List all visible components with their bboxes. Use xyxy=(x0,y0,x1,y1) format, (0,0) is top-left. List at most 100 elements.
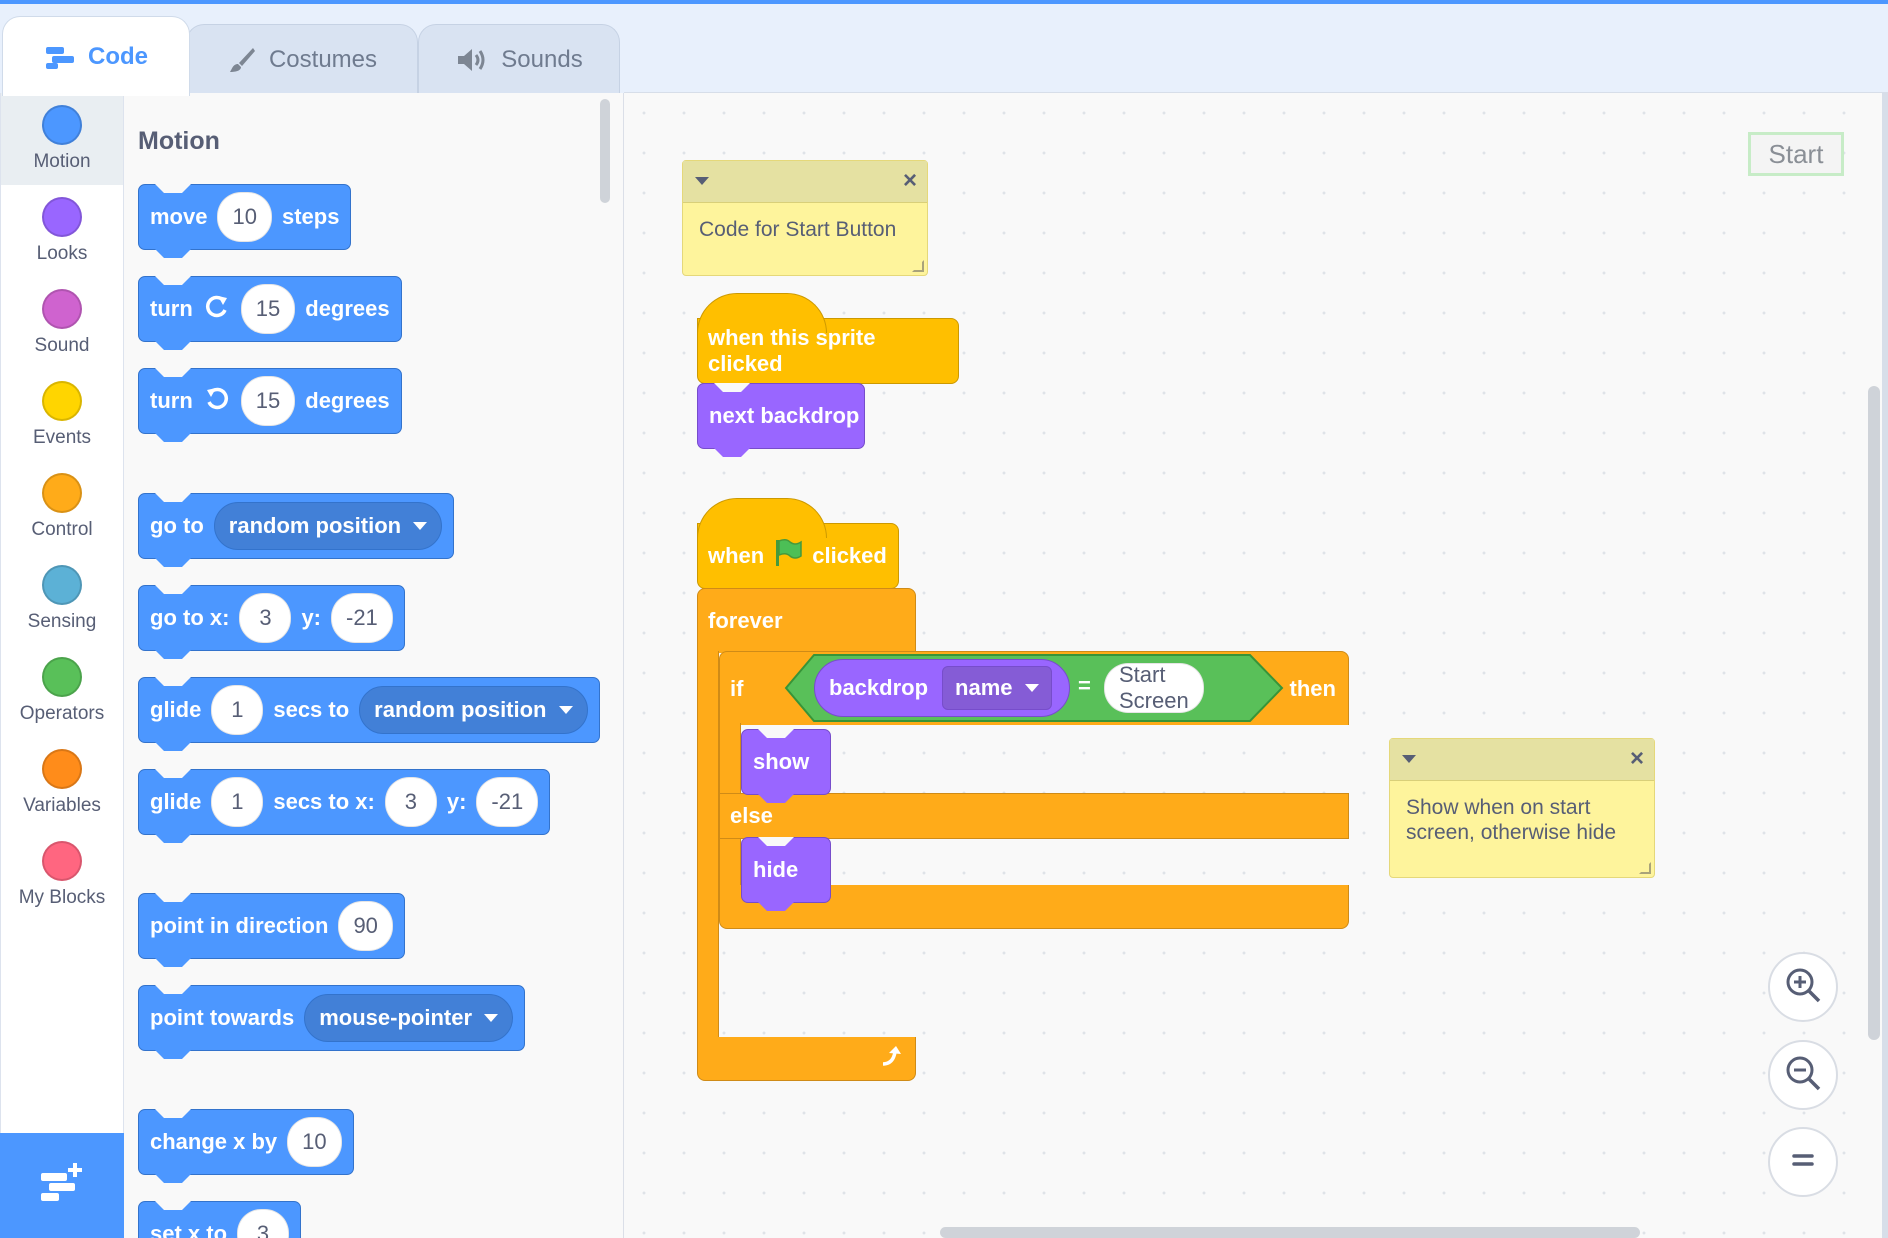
comment-note-show-hide[interactable]: × Show when on start screen, otherwise h… xyxy=(1389,738,1655,878)
change-x-input[interactable]: 10 xyxy=(287,1117,342,1167)
block-text: turn xyxy=(150,296,193,321)
looks-dot-icon xyxy=(42,197,82,237)
block-turn-left[interactable]: turn 15 degrees xyxy=(138,368,402,434)
block-text: hide xyxy=(753,857,799,882)
category-control[interactable]: Control xyxy=(1,461,123,553)
comment-note-start-button[interactable]: × Code for Start Button xyxy=(682,160,928,276)
brush-icon xyxy=(227,45,257,75)
operators-dot-icon xyxy=(42,657,82,697)
block-forever[interactable]: forever xyxy=(697,588,916,653)
compare-value-input[interactable]: Start Screen xyxy=(1104,662,1204,713)
note-text[interactable]: Code for Start Button xyxy=(683,203,927,256)
y-input[interactable]: -21 xyxy=(476,777,539,827)
set-x-input[interactable]: 3 xyxy=(237,1209,290,1238)
block-text: turn xyxy=(150,388,193,413)
category-events[interactable]: Events xyxy=(1,369,123,461)
direction-input[interactable]: 90 xyxy=(338,901,393,951)
sensing-dot-icon xyxy=(42,565,82,605)
y-input[interactable]: -21 xyxy=(331,593,393,643)
caret-down-icon xyxy=(413,522,428,530)
hat-cap xyxy=(696,498,827,538)
block-text: move xyxy=(150,204,208,229)
block-text: glide xyxy=(150,697,202,722)
block-change-x[interactable]: change x by 10 xyxy=(138,1109,354,1175)
block-go-to[interactable]: go to random position xyxy=(138,493,455,559)
zoom-in-button[interactable] xyxy=(1768,952,1838,1022)
zoom-reset-button[interactable] xyxy=(1768,1127,1838,1197)
category-sound[interactable]: Sound xyxy=(1,277,123,369)
block-text: forever xyxy=(708,608,783,633)
code-workspace[interactable]: × Code for Start Button when this sprite… xyxy=(624,93,1882,1238)
category-looks[interactable]: Looks xyxy=(1,185,123,277)
x-input[interactable]: 3 xyxy=(239,593,292,643)
block-text: clicked xyxy=(812,543,887,568)
backdrop-property-dropdown[interactable]: name xyxy=(942,666,1052,710)
block-show[interactable]: show xyxy=(741,729,831,795)
steps-input[interactable]: 10 xyxy=(217,192,272,242)
block-text: degrees xyxy=(305,388,390,413)
block-set-x[interactable]: set x to 3 xyxy=(138,1201,302,1238)
secs-input[interactable]: 1 xyxy=(211,685,264,735)
degrees-input[interactable]: 15 xyxy=(240,284,296,334)
collapse-caret-icon[interactable] xyxy=(695,177,709,185)
category-variables[interactable]: Variables xyxy=(1,737,123,829)
block-palette: Motion move 10 steps turn 15 degrees tur… xyxy=(124,93,624,1238)
glide-target-dropdown[interactable]: random position xyxy=(359,686,588,734)
secs-input[interactable]: 1 xyxy=(211,777,264,827)
block-text: set x to xyxy=(150,1221,228,1238)
block-text: then xyxy=(1289,675,1336,701)
block-point-towards[interactable]: point towards mouse-pointer xyxy=(138,985,526,1051)
block-text: degrees xyxy=(305,296,390,321)
block-next-backdrop[interactable]: next backdrop xyxy=(697,383,865,449)
block-turn-right[interactable]: turn 15 degrees xyxy=(138,276,402,342)
workspace-vertical-scrollbar[interactable] xyxy=(1868,386,1880,1040)
block-move-steps[interactable]: move 10 steps xyxy=(138,184,352,250)
block-hide[interactable]: hide xyxy=(741,837,831,903)
category-label: My Blocks xyxy=(18,887,106,908)
add-extension-button[interactable] xyxy=(0,1133,124,1238)
category-my-blocks[interactable]: My Blocks xyxy=(1,829,123,921)
x-input[interactable]: 3 xyxy=(384,777,437,827)
category-label: Sound xyxy=(34,335,90,356)
note-header[interactable]: × xyxy=(683,161,927,203)
category-sensing[interactable]: Sensing xyxy=(1,553,123,645)
close-icon[interactable]: × xyxy=(1630,745,1644,773)
tab-costumes[interactable]: Costumes xyxy=(186,24,418,94)
block-glide-to[interactable]: glide 1 secs to random position xyxy=(138,677,600,743)
close-icon[interactable]: × xyxy=(903,167,917,195)
block-text: y: xyxy=(446,789,467,814)
category-motion[interactable]: Motion xyxy=(1,93,123,185)
block-glide-to-xy[interactable]: glide 1 secs to x: 3 y: -21 xyxy=(138,769,551,835)
workspace-horizontal-scrollbar[interactable] xyxy=(940,1227,1640,1238)
category-menu: Motion Looks Sound Events Control Sensin… xyxy=(0,93,124,1238)
rotate-left-icon xyxy=(203,384,231,418)
block-text: go to x: xyxy=(150,605,230,630)
palette-scrollbar[interactable] xyxy=(600,99,610,203)
tab-code[interactable]: Code xyxy=(2,16,190,96)
loop-arrow-icon xyxy=(879,1044,905,1074)
tab-code-label: Code xyxy=(88,42,148,70)
resize-handle-icon[interactable] xyxy=(1639,862,1651,874)
block-when-sprite-clicked[interactable]: when this sprite clicked xyxy=(696,293,959,384)
category-label: Variables xyxy=(23,795,101,816)
note-text[interactable]: Show when on start screen, otherwise hid… xyxy=(1390,781,1654,859)
note-header[interactable]: × xyxy=(1390,739,1654,781)
collapse-caret-icon[interactable] xyxy=(1402,755,1416,763)
zoom-out-icon xyxy=(1784,1054,1822,1097)
caret-down-icon xyxy=(484,1014,499,1022)
tab-sounds[interactable]: Sounds xyxy=(418,24,620,94)
reporter-backdrop[interactable]: backdrop name xyxy=(814,659,1070,717)
towards-target-dropdown[interactable]: mouse-pointer xyxy=(304,994,514,1042)
my-blocks-dot-icon xyxy=(42,841,82,881)
resize-handle-icon[interactable] xyxy=(912,260,924,272)
block-text: point in direction xyxy=(150,913,329,938)
zoom-out-button[interactable] xyxy=(1768,1040,1838,1110)
block-text: steps xyxy=(281,204,340,229)
block-when-flag-clicked[interactable]: when clicked xyxy=(696,498,899,589)
category-operators[interactable]: Operators xyxy=(1,645,123,737)
degrees-input[interactable]: 15 xyxy=(240,376,296,426)
block-point-direction[interactable]: point in direction 90 xyxy=(138,893,405,959)
block-text: next backdrop xyxy=(709,403,860,428)
block-go-to-xy[interactable]: go to x: 3 y: -21 xyxy=(138,585,405,651)
goto-target-dropdown[interactable]: random position xyxy=(213,502,443,550)
